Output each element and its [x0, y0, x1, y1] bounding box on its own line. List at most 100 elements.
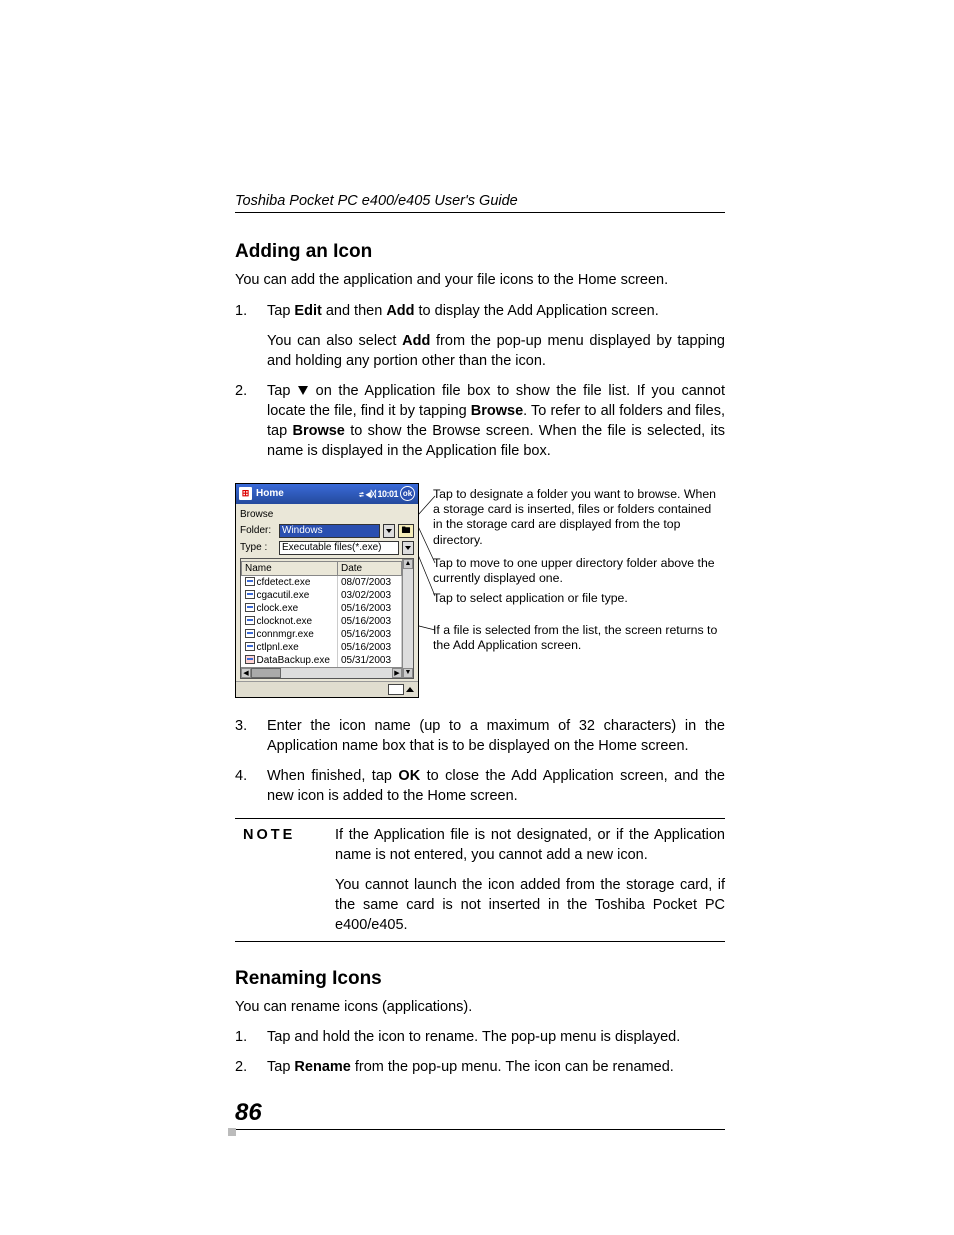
intro-paragraph: You can rename icons (applications).: [235, 998, 725, 1018]
file-name: clock.exe: [257, 603, 299, 614]
text: You can also select: [267, 333, 402, 349]
exe-icon: [245, 629, 255, 638]
horizontal-scrollbar[interactable]: ◀ ▶: [241, 667, 402, 678]
bold-ok: OK: [398, 768, 420, 784]
exe-icon: [245, 642, 255, 651]
type-row: Type : Executable files(*.exe): [240, 541, 414, 555]
callout-up-directory: Tap to move to one upper directory folde…: [433, 556, 723, 587]
step-number: 1.: [235, 1027, 267, 1047]
table-row[interactable]: cgacutil.exe03/02/2003: [242, 589, 402, 602]
type-input[interactable]: Executable files(*.exe): [279, 541, 399, 555]
bold-add: Add: [402, 333, 430, 349]
running-header: Toshiba Pocket PC e400/e405 User's Guide: [235, 193, 725, 213]
bold-browse: Browse: [292, 423, 344, 439]
app-title: Home: [256, 488, 284, 499]
step-4: 4. When finished, tap OK to close the Ad…: [235, 766, 725, 806]
text: to display the Add Application screen.: [415, 303, 659, 319]
file-date: 05/16/2003: [338, 641, 402, 654]
file-name: DataBackup.exe: [257, 655, 330, 666]
step-3: 3. Enter the icon name (up to a maximum …: [235, 716, 725, 756]
step-1-rename: 1. Tap and hold the icon to rename. The …: [235, 1027, 725, 1047]
step-2: 2. Tap on the Application file box to sh…: [235, 381, 725, 461]
scroll-up-icon[interactable]: ▲: [403, 559, 413, 569]
table-row[interactable]: ctlpnl.exe 05/16/2003: [242, 641, 402, 654]
browse-label: Browse: [240, 509, 414, 520]
exe-icon: [245, 616, 255, 625]
folder-input[interactable]: Windows: [279, 524, 380, 538]
intro-paragraph: You can add the application and your fil…: [235, 271, 725, 291]
text: Tap: [267, 1059, 294, 1075]
exe-icon: [245, 603, 255, 612]
bold-rename: Rename: [294, 1059, 350, 1075]
step-number: 3.: [235, 716, 267, 756]
note-block: NOTE If the Application file is not desi…: [235, 818, 725, 942]
heading-adding-an-icon: Adding an Icon: [235, 241, 725, 263]
file-name: cfdetect.exe: [257, 577, 311, 588]
keyboard-icon[interactable]: [388, 684, 404, 695]
step-number: 2.: [235, 1057, 267, 1077]
step-text: Enter the icon name (up to a maximum of …: [267, 716, 725, 756]
heading-renaming-icons: Renaming Icons: [235, 968, 725, 990]
text: Tap: [267, 303, 294, 319]
start-flag-icon[interactable]: ⊞: [239, 487, 252, 500]
folder-dropdown-icon[interactable]: [383, 524, 395, 538]
note-paragraph: If the Application file is not designate…: [335, 825, 725, 865]
callout-file-select: If a file is selected from the list, the…: [433, 623, 723, 654]
step-number: 1.: [235, 301, 267, 321]
page-corner-marker: [228, 1128, 236, 1136]
folder-row: Folder: Windows 🖿: [240, 524, 414, 538]
table-row[interactable]: clocknot.exe 05/16/2003: [242, 615, 402, 628]
type-label: Type :: [240, 542, 276, 553]
note-paragraph: You cannot launch the icon added from th…: [335, 875, 725, 935]
text: When finished, tap: [267, 768, 398, 784]
bold-browse: Browse: [471, 403, 523, 419]
page-number: 86: [235, 1099, 725, 1130]
bold-edit: Edit: [294, 303, 321, 319]
vertical-scrollbar[interactable]: ▲ ▼: [402, 559, 413, 678]
file-list: Name Date cfdetect.exe 08/07/2003 cgacuti…: [240, 558, 414, 679]
file-date: 05/16/2003: [338, 628, 402, 641]
table-row[interactable]: DataBackup.exe 05/31/2003: [242, 654, 402, 667]
scroll-right-icon[interactable]: ▶: [392, 668, 402, 678]
down-triangle-icon: [298, 386, 308, 395]
text: and then: [322, 303, 387, 319]
text: from the pop-up menu. The icon can be re…: [351, 1059, 674, 1075]
file-name: connmgr.exe: [257, 629, 314, 640]
file-date: 05/16/2003: [338, 602, 402, 615]
step-2-rename: 2. Tap Rename from the pop-up menu. The …: [235, 1057, 725, 1077]
table-row[interactable]: clock.exe 05/16/2003: [242, 602, 402, 615]
table-row[interactable]: cfdetect.exe 08/07/2003: [242, 575, 402, 589]
note-label: NOTE: [235, 825, 335, 935]
step-number: 2.: [235, 381, 267, 461]
type-dropdown-icon[interactable]: [402, 541, 414, 555]
col-name[interactable]: Name: [242, 561, 338, 575]
title-bar: ⊞ Home ⇄ ◀ᛞ 10:01 ok: [236, 484, 418, 504]
step-1: 1. Tap Edit and then Add to display the …: [235, 301, 725, 321]
step-1-sub: You can also select Add from the pop-up …: [267, 331, 725, 371]
file-date: 08/07/2003: [338, 575, 402, 589]
up-caret-icon[interactable]: [406, 687, 414, 692]
text: Tap: [267, 383, 297, 399]
exe-icon: [245, 590, 255, 599]
scroll-down-icon[interactable]: ▼: [403, 668, 413, 678]
bold-add: Add: [386, 303, 414, 319]
file-date: 05/16/2003: [338, 615, 402, 628]
file-name: ctlpnl.exe: [257, 642, 299, 653]
exe-icon: [245, 577, 255, 586]
file-date: 03/02/2003: [338, 589, 402, 602]
col-date[interactable]: Date: [338, 561, 402, 575]
step-text: Tap and hold the icon to rename. The pop…: [267, 1027, 725, 1047]
callout-folder: Tap to designate a folder you want to br…: [433, 487, 723, 548]
ok-button[interactable]: ok: [400, 486, 415, 501]
folder-label: Folder:: [240, 525, 276, 536]
callout-type: Tap to select application or file type.: [433, 591, 628, 606]
pocketpc-window: ⊞ Home ⇄ ◀ᛞ 10:01 ok Browse Folder: Wind…: [235, 483, 419, 698]
table-row[interactable]: connmgr.exe 05/16/2003: [242, 628, 402, 641]
step-number: 4.: [235, 766, 267, 806]
device-footer: [236, 681, 418, 697]
up-directory-icon[interactable]: 🖿: [398, 524, 414, 538]
file-date: 05/31/2003: [338, 654, 402, 667]
file-name: clocknot.exe: [257, 616, 313, 627]
scroll-left-icon[interactable]: ◀: [241, 668, 251, 678]
status-indicators: ⇄ ◀ᛞ 10:01: [359, 489, 398, 499]
